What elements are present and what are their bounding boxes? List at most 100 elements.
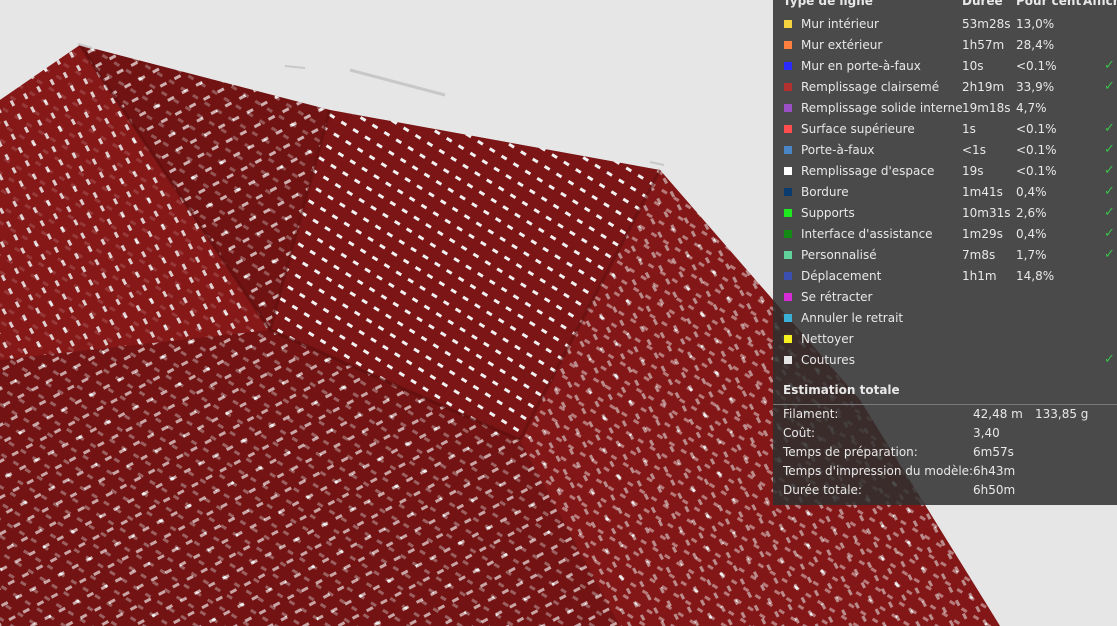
color-swatch [784, 83, 792, 91]
legend-row[interactable]: Remplissage clairsemé 2h19m 33,9% ✓ [773, 78, 1117, 99]
percent-value: 14,8% [1016, 269, 1055, 283]
color-swatch [784, 356, 792, 364]
legend-row[interactable]: Supports 10m31s 2,6% ✓ [773, 204, 1117, 225]
color-swatch [784, 125, 792, 133]
visibility-checkbox[interactable] [1101, 333, 1115, 347]
percent-value: 1,7% [1016, 248, 1047, 262]
legend-row[interactable]: Déplacement 1h1m 14,8% [773, 267, 1117, 288]
line-type-label: Déplacement [801, 269, 882, 283]
line-type-label: Porte-à-faux [801, 143, 875, 157]
line-type-label: Mur extérieur [801, 38, 883, 52]
duration-value: 7m8s [962, 248, 996, 262]
legend-row[interactable]: Nettoyer [773, 330, 1117, 351]
checkmark-icon: ✓ [1104, 184, 1115, 199]
color-swatch [784, 20, 792, 28]
visibility-checkbox[interactable]: ✓ [1101, 205, 1115, 221]
duration-value: 53m28s [962, 17, 1011, 31]
legend-row[interactable]: Coutures ✓ [773, 351, 1117, 372]
header-show: Affich [1083, 0, 1117, 8]
checkmark-icon: ✓ [1104, 79, 1115, 94]
line-type-label: Nettoyer [801, 332, 854, 346]
visibility-checkbox[interactable]: ✓ [1101, 226, 1115, 242]
color-swatch [784, 314, 792, 322]
duration-value: 10m31s [962, 206, 1011, 220]
color-swatch [784, 62, 792, 70]
legend-row[interactable]: Mur en porte-à-faux 10s <0.1% ✓ [773, 57, 1117, 78]
duration-value: 1m29s [962, 227, 1003, 241]
line-type-label: Se rétracter [801, 290, 873, 304]
estimate-label: Temps de préparation: [783, 445, 918, 459]
legend-row[interactable]: Se rétracter [773, 288, 1117, 309]
percent-value: <0.1% [1016, 143, 1057, 157]
percent-value: 33,9% [1016, 80, 1055, 94]
legend-row[interactable]: Personnalisé 7m8s 1,7% ✓ [773, 246, 1117, 267]
estimate-row: Temps d'impression du modèle: 6h43m [783, 462, 1117, 481]
line-type-label: Bordure [801, 185, 849, 199]
percent-value: <0.1% [1016, 122, 1057, 136]
estimate-row: Coût: 3,40 [783, 424, 1117, 443]
color-swatch [784, 230, 792, 238]
checkmark-icon: ✓ [1104, 352, 1115, 367]
visibility-checkbox[interactable]: ✓ [1101, 142, 1115, 158]
legend-row[interactable]: Annuler le retrait [773, 309, 1117, 330]
color-swatch [784, 272, 792, 280]
duration-value: 19m18s [962, 101, 1011, 115]
visibility-checkbox[interactable]: ✓ [1101, 184, 1115, 200]
duration-value: 10s [962, 59, 984, 73]
legend-row[interactable]: Mur extérieur 1h57m 28,4% [773, 36, 1117, 57]
color-swatch [784, 188, 792, 196]
visibility-checkbox[interactable] [1101, 39, 1115, 53]
visibility-checkbox[interactable]: ✓ [1101, 247, 1115, 263]
estimate-value-secondary: 133,85 g [1035, 407, 1089, 421]
duration-value: 1h1m [962, 269, 997, 283]
duration-value: <1s [962, 143, 986, 157]
line-type-label: Mur en porte-à-faux [801, 59, 921, 73]
checkmark-icon: ✓ [1104, 163, 1115, 178]
legend-row[interactable]: Interface d'assistance 1m29s 0,4% ✓ [773, 225, 1117, 246]
percent-value: 0,4% [1016, 227, 1047, 241]
visibility-checkbox[interactable]: ✓ [1101, 79, 1115, 95]
visibility-checkbox[interactable] [1101, 18, 1115, 32]
percent-value: 4,7% [1016, 101, 1047, 115]
visibility-checkbox[interactable]: ✓ [1101, 121, 1115, 137]
line-type-label: Interface d'assistance [801, 227, 933, 241]
estimate-label: Filament: [783, 407, 839, 421]
color-swatch [784, 335, 792, 343]
legend-row[interactable]: Surface supérieure 1s <0.1% ✓ [773, 120, 1117, 141]
visibility-checkbox[interactable]: ✓ [1101, 58, 1115, 74]
percent-value: 28,4% [1016, 38, 1055, 52]
checkmark-icon: ✓ [1104, 205, 1115, 220]
visibility-checkbox[interactable]: ✓ [1101, 352, 1115, 368]
estimate-value: 6h50m [973, 483, 1016, 497]
checkmark-icon: ✓ [1104, 58, 1115, 73]
legend-row[interactable]: Mur intérieur 53m28s 13,0% [773, 15, 1117, 36]
color-swatch [784, 251, 792, 259]
legend-row[interactable]: Remplissage solide interne 19m18s 4,7% [773, 99, 1117, 120]
visibility-checkbox[interactable] [1101, 270, 1115, 284]
legend-row[interactable]: Remplissage d'espace 19s <0.1% ✓ [773, 162, 1117, 183]
percent-value: 0,4% [1016, 185, 1047, 199]
estimate-label: Temps d'impression du modèle: [783, 464, 974, 478]
visibility-checkbox[interactable] [1101, 102, 1115, 116]
estimate-value: 6h43m [973, 464, 1016, 478]
estimate-value: 42,48 m [973, 407, 1023, 421]
visibility-checkbox[interactable] [1101, 291, 1115, 305]
header-percent: Pour cent [1016, 0, 1082, 8]
color-swatch [784, 293, 792, 301]
legend-row[interactable]: Porte-à-faux <1s <0.1% ✓ [773, 141, 1117, 162]
line-type-label: Coutures [801, 353, 855, 367]
legend-header: Type de ligne Durée Pour cent Affich [783, 0, 1117, 10]
line-type-label: Annuler le retrait [801, 311, 904, 325]
visibility-checkbox[interactable] [1101, 312, 1115, 326]
line-type-label: Remplissage solide interne [801, 101, 963, 115]
duration-value: 2h19m [962, 80, 1005, 94]
legend-row[interactable]: Bordure 1m41s 0,4% ✓ [773, 183, 1117, 204]
estimate-row: Durée totale: 6h50m [783, 481, 1117, 500]
line-type-label: Remplissage d'espace [801, 164, 935, 178]
duration-value: 1m41s [962, 185, 1003, 199]
line-type-label: Personnalisé [801, 248, 877, 262]
checkmark-icon: ✓ [1104, 247, 1115, 262]
checkmark-icon: ✓ [1104, 121, 1115, 136]
visibility-checkbox[interactable]: ✓ [1101, 163, 1115, 179]
duration-value: 19s [962, 164, 984, 178]
